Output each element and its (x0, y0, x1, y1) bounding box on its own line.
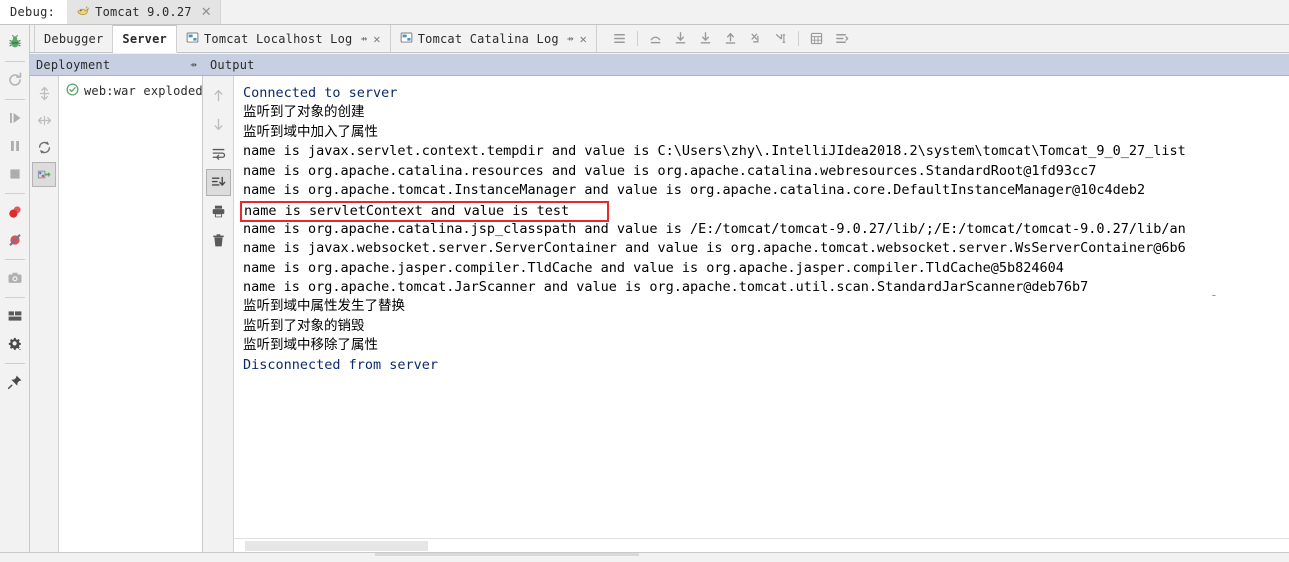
console-line: Disconnected from server (243, 356, 439, 373)
scrollbar-thumb[interactable] (245, 541, 428, 551)
bottom-strip (0, 552, 1289, 562)
tab-tomcat-localhost-log[interactable]: Tomcat Localhost Log ⇸ ✕ (177, 25, 391, 52)
console-line: 监听到了对象的销毁 (243, 317, 365, 334)
debug-titlebar: Debug: Tomcat 9.0.27 ✕ (0, 0, 1289, 25)
evaluate-expression-icon[interactable] (804, 25, 829, 52)
scroll-down-icon[interactable] (206, 111, 231, 138)
horizontal-scrollbar[interactable] (234, 538, 1289, 552)
tomcat-icon (76, 4, 90, 21)
tab-tomcat-catalina-log[interactable]: Tomcat Catalina Log ⇸ ✕ (391, 25, 598, 52)
tab-debugger-label: Debugger (44, 31, 104, 46)
toolbar-divider (637, 31, 639, 46)
rerun-icon[interactable] (2, 67, 28, 93)
mute-breakpoints-icon[interactable] (2, 227, 28, 253)
session-tab-tomcat[interactable]: Tomcat 9.0.27 ✕ (67, 0, 221, 24)
redeploy-refresh-icon[interactable] (32, 135, 56, 160)
close-icon[interactable]: ✕ (201, 6, 212, 19)
tab-debugger[interactable]: Debugger (34, 25, 114, 52)
scroll-to-end-icon[interactable] (205, 169, 231, 196)
session-tab-label: Tomcat 9.0.27 (95, 5, 192, 19)
scroll-up-icon[interactable] (206, 82, 231, 109)
resume-program-icon[interactable] (2, 105, 28, 131)
force-step-into-icon[interactable] (693, 25, 718, 52)
debug-tool-window: Debug: Tomcat 9.0.27 ✕ Debugger Server T… (0, 0, 1289, 562)
trace-current-stream-icon[interactable] (829, 25, 854, 52)
settings-gear-icon[interactable] (2, 331, 28, 357)
rail-divider (4, 61, 25, 62)
step-out-icon[interactable] (718, 25, 743, 52)
trash-icon[interactable] (206, 227, 231, 254)
deployment-tree[interactable]: web:war exploded (59, 76, 203, 562)
console-line: name is org.apache.jasper.compiler.TldCa… (243, 259, 1064, 276)
view-breakpoints-icon[interactable] (2, 199, 28, 225)
print-icon[interactable] (206, 198, 231, 225)
pin-icon[interactable]: ⇸ (567, 32, 574, 45)
console-icon (400, 31, 413, 47)
console-line: 监听到域中移除了属性 (243, 337, 378, 354)
debug-actions-rail (0, 25, 30, 562)
step-into-icon[interactable] (668, 25, 693, 52)
success-check-icon (66, 83, 79, 99)
console-line: Connected to server (243, 85, 398, 101)
close-icon[interactable]: ✕ (373, 32, 380, 46)
output-header-label: Output (210, 57, 255, 72)
console-toolbar (203, 76, 234, 562)
console-tabstrip: Debugger Server Tomcat Localhost Log ⇸ ✕ (30, 25, 1289, 53)
pause-program-icon[interactable] (2, 133, 28, 159)
console-icon (186, 31, 199, 47)
show-execution-point-icon[interactable] (607, 25, 632, 52)
close-icon[interactable]: ✕ (580, 32, 587, 46)
rail-divider (4, 363, 25, 364)
console-line: name is org.apache.catalina.resources an… (243, 162, 1097, 179)
console-line: 监听到域中属性发生了替换 (243, 298, 405, 315)
rail-divider (4, 99, 25, 100)
console-line: name is javax.websocket.server.ServerCon… (243, 240, 1186, 257)
deploy-artifact-icon[interactable] (32, 162, 56, 187)
console-output[interactable]: Connected to server 监听到了对象的创建 监听到域中加入了属性… (234, 76, 1289, 538)
console-line: name is org.apache.tomcat.InstanceManage… (243, 182, 1146, 199)
pin-icon[interactable]: ⇸ (360, 32, 367, 45)
highlighted-console-line-wrapper: name is servletContext and value is test (240, 200, 1289, 223)
titlebar-filler (220, 0, 1289, 24)
toolbar-divider (798, 31, 800, 46)
step-over-icon[interactable] (643, 25, 668, 52)
debug-label: Debug: (0, 0, 68, 24)
deployment-artifact-label: web:war exploded (84, 84, 203, 98)
tab-tomcat-localhost-log-label: Tomcat Localhost Log (203, 31, 353, 46)
rail-divider (4, 297, 25, 298)
list-item[interactable]: web:war exploded (66, 83, 203, 99)
stop-icon[interactable] (2, 161, 28, 187)
debug-bug-icon[interactable] (2, 29, 28, 55)
soft-wrap-icon[interactable] (206, 140, 231, 167)
collapse-all-icon[interactable] (32, 108, 56, 133)
console-overflow-marker: - (1210, 288, 1218, 303)
expand-all-icon[interactable] (32, 81, 56, 106)
drop-frame-icon[interactable] (743, 25, 768, 52)
rail-divider (4, 259, 25, 260)
tab-server-label: Server (122, 32, 167, 46)
run-to-cursor-icon[interactable] (768, 25, 793, 52)
tab-server[interactable]: Server (113, 25, 177, 53)
layout-settings-icon[interactable] (2, 303, 28, 329)
console-line: 监听到了对象的创建 (243, 104, 365, 121)
rail-divider (4, 193, 25, 194)
tab-tomcat-catalina-log-label: Tomcat Catalina Log (417, 31, 559, 46)
pin-icon[interactable]: ⇸ (190, 58, 197, 71)
deployment-panel-header[interactable]: Deployment ⇸ (30, 54, 203, 76)
console-line: 监听到域中加入了属性 (243, 123, 378, 140)
console-line: name is org.apache.catalina.jsp_classpat… (243, 220, 1186, 237)
deployment-header-label: Deployment (36, 57, 111, 72)
console-line: name is org.apache.tomcat.JarScanner and… (243, 279, 1089, 296)
console-line: name is javax.servlet.context.tempdir an… (243, 143, 1186, 160)
screenshot-icon[interactable] (2, 265, 28, 291)
pin-tab-icon[interactable] (2, 369, 28, 395)
deployment-toolbar (30, 76, 59, 562)
output-panel-header[interactable]: Output (203, 54, 1289, 76)
bottom-resize-handle[interactable] (375, 553, 639, 556)
